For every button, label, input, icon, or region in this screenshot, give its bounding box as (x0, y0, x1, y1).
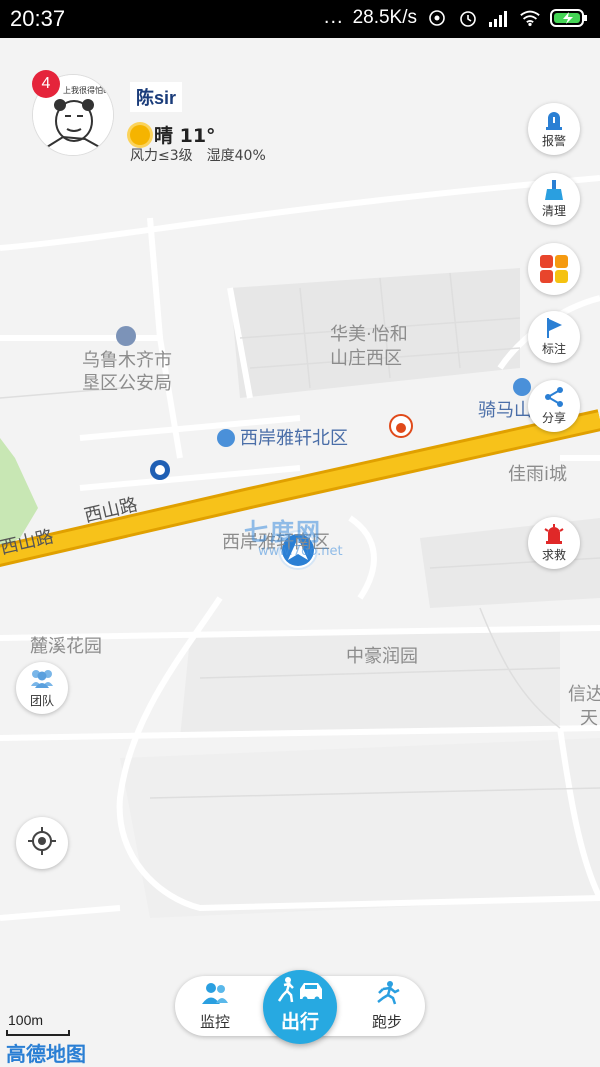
alarm-button[interactable]: 报警 (528, 103, 580, 155)
weather-detail: 风力≤3级 湿度40% (130, 145, 266, 165)
map-label-poi-4: 骑马山 (478, 400, 532, 421)
username[interactable]: 陈sir (130, 82, 183, 112)
scale-bar (6, 1030, 70, 1036)
map-provider-logo: 高德地图 (6, 1042, 86, 1066)
go-button[interactable]: 出行 (263, 970, 337, 1044)
network-speed: 28.5K/s (352, 6, 417, 28)
share-icon (543, 386, 565, 408)
map-label-poi-2: 垦区公安局 (82, 373, 172, 394)
flag-icon (543, 317, 565, 339)
share-label: 分享 (541, 411, 566, 425)
wifi-icon (519, 7, 541, 29)
share-button[interactable]: 分享 (528, 380, 580, 432)
sun-icon (130, 124, 150, 145)
apps-button[interactable] (528, 243, 580, 295)
hotspot-icon (426, 7, 448, 29)
more-notifications-indicator: ... (323, 6, 344, 28)
monitor-label: 监控 (199, 1012, 230, 1031)
run-label: 跑步 (371, 1012, 402, 1031)
team-label: 团队 (29, 693, 54, 708)
map-label-area-7: 信达 (568, 684, 600, 705)
clean-button[interactable]: 清理 (528, 173, 580, 225)
status-bar: 20:37 ... 28.5K/s (0, 0, 600, 38)
battery-charging-icon (550, 7, 588, 29)
tab-monitor[interactable]: 监控 (175, 976, 255, 1036)
team-button[interactable]: 团队 (16, 662, 68, 714)
siren-icon (543, 109, 565, 131)
map-label-poi-3: 西岸雅轩北区 (240, 428, 348, 449)
alarm-clock-icon (457, 7, 479, 29)
watermark: 七度网 (244, 518, 322, 546)
apps-grid-icon (539, 254, 569, 284)
tab-run[interactable]: 跑步 (347, 976, 427, 1036)
weather-summary: 晴 11° (130, 121, 216, 148)
go-label: 出行 (280, 1011, 319, 1033)
locate-button[interactable] (16, 817, 68, 869)
map-label-area-3: 佳雨i城 (508, 464, 568, 485)
sos-label: 求救 (541, 548, 566, 562)
clean-label: 清理 (541, 204, 566, 218)
wind-level: 风力≤3级 (130, 148, 193, 164)
mark-label: 标注 (541, 342, 566, 356)
watermark-url: www.7do.net (258, 544, 343, 559)
red-siren-icon (543, 523, 565, 545)
weather-text: 晴 11° (154, 125, 216, 147)
status-time: 20:37 (10, 6, 66, 31)
alarm-label: 报警 (541, 134, 566, 148)
map-label-area-8: 天 (580, 708, 598, 729)
walk-car-icon (274, 977, 326, 1007)
locate-crosshair-icon (27, 826, 57, 860)
map-label-area-5: 麓溪花园 (30, 636, 102, 657)
map-label-poi-1: 乌鲁木齐市 (82, 350, 172, 371)
map-label-area-1: 华美·怡和 (330, 324, 408, 345)
mark-button[interactable]: 标注 (528, 311, 580, 363)
humidity: 湿度40% (206, 148, 266, 164)
map-label-area-6: 中豪润园 (346, 646, 418, 667)
team-icon (28, 668, 56, 692)
avatar-caption: 上我很得怕to (63, 86, 112, 95)
map-scale: 100m (8, 1012, 44, 1028)
notification-badge: 4 (32, 70, 60, 98)
sos-button[interactable]: 求救 (528, 517, 580, 569)
monitor-icon (200, 981, 230, 1009)
signal-icon (488, 7, 510, 29)
running-icon (374, 980, 400, 1009)
map-label-area-2: 山庄西区 (330, 348, 402, 369)
broom-icon (543, 179, 565, 201)
